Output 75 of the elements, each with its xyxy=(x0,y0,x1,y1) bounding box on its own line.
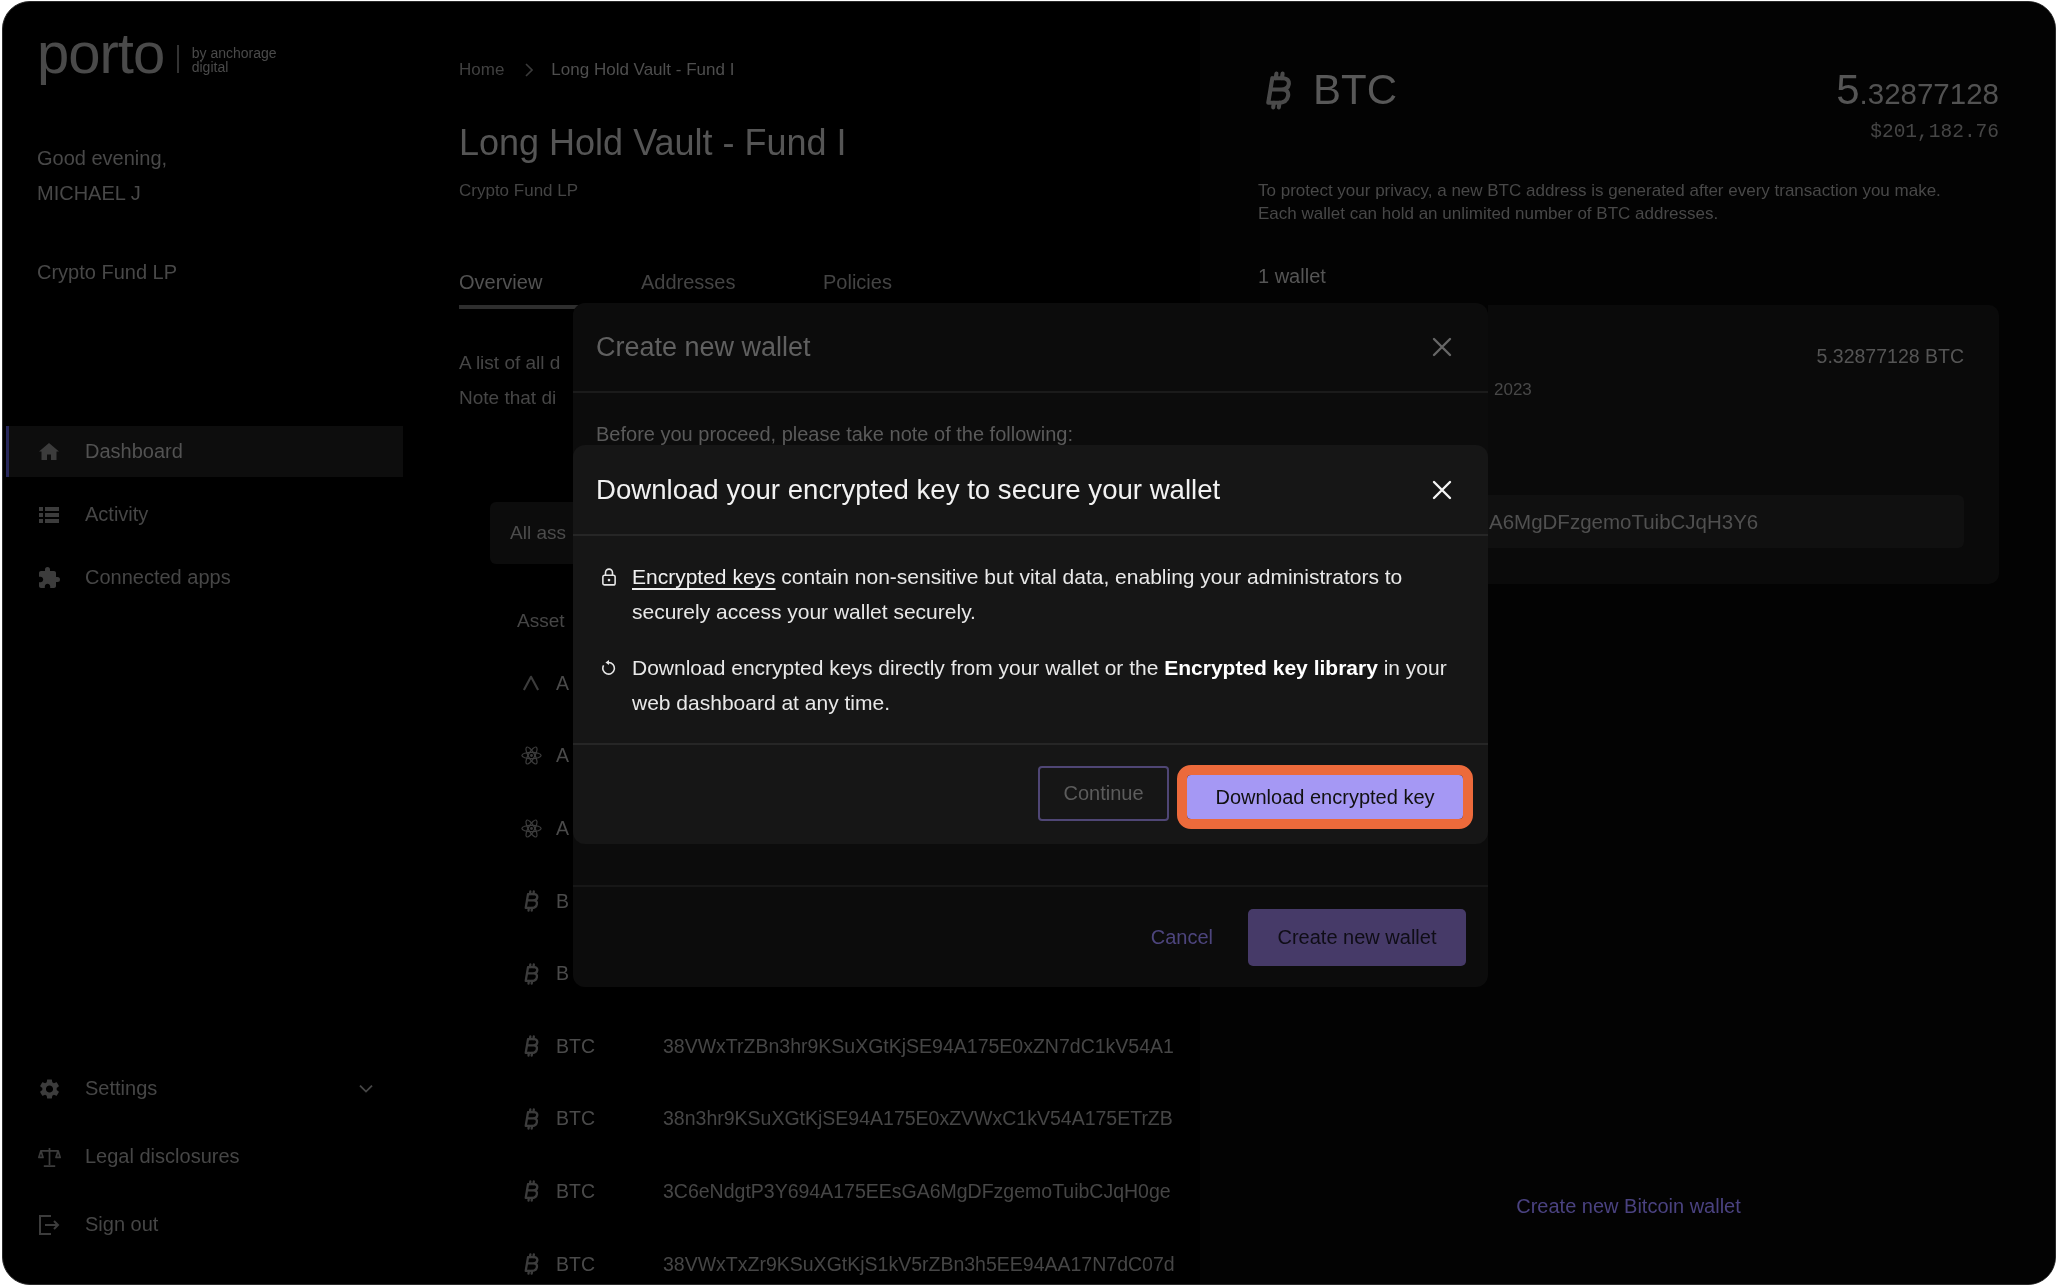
nav-item[interactable]: Connected apps xyxy=(6,552,403,603)
atom-icon xyxy=(520,818,542,839)
close-icon xyxy=(1432,337,1452,357)
asset-symbol: B xyxy=(556,889,569,912)
gear-icon xyxy=(39,1078,59,1099)
filter-dropdown[interactable]: All ass xyxy=(490,502,573,564)
atom-icon xyxy=(520,745,542,767)
balance-fraction: .32877128 xyxy=(1859,76,1999,112)
home-icon xyxy=(39,443,59,460)
privacy-note: To protect your privacy, a new BTC address is generated after every transaction you make. Each wallet can hold an unlimited number of BTC addresses. xyxy=(1258,180,1942,225)
nav-item[interactable]: Dashboard xyxy=(6,426,403,477)
asset-symbol: BTC xyxy=(556,1034,595,1057)
nav-item[interactable]: Sign out xyxy=(6,1199,403,1250)
address-text: 38n3hr9KSuXGtKjSE94A175E0xZVWxC1kV54A175ETrZB xyxy=(663,1107,1173,1131)
asset-symbol: A xyxy=(556,671,569,694)
create-wallet-link[interactable]: Create new Bitcoin wallet xyxy=(1516,1192,1741,1220)
bitcoin-icon xyxy=(523,1253,539,1276)
page-title: Long Hold Vault - Fund I xyxy=(459,121,847,165)
column-header: Asset xyxy=(517,609,565,633)
asset-symbol: BTC xyxy=(556,1179,595,1202)
note-text: Download encrypted keys directly from your wallet or the Encrypted key library in your web dashboard at any time. xyxy=(632,655,1448,716)
asset-symbol: B xyxy=(556,962,569,985)
refresh-icon xyxy=(602,659,616,676)
wallet-count: 1 wallet xyxy=(1258,264,1326,289)
chevron-icon xyxy=(525,63,534,77)
tab[interactable]: Addresses xyxy=(641,270,823,309)
address-field: A6MgDFzgemoTuibCJqH3Y6 xyxy=(1488,495,1964,548)
nav-item[interactable]: Activity xyxy=(6,489,403,540)
balance-fiat: $201,182.76 xyxy=(1870,120,1999,144)
dialog-title: Create new wallet xyxy=(596,331,811,363)
bitcoin-icon xyxy=(523,962,539,985)
encrypted-keys-link[interactable]: Encrypted keys xyxy=(632,565,776,588)
page-subtitle: Crypto Fund LP xyxy=(459,180,579,202)
breadcrumb-item[interactable]: Home xyxy=(459,60,505,80)
organization-name: Crypto Fund LP xyxy=(37,260,178,285)
bitcoin-icon xyxy=(523,1035,539,1058)
address-text: 38VWxTxZr9KSuXGtKjS1kV5rZBn3h5EE94AA17N7dC07d xyxy=(663,1252,1175,1276)
puzzle-icon xyxy=(38,567,60,588)
breadcrumb-item[interactable]: Long Hold Vault - Fund I xyxy=(551,60,735,80)
scale-icon xyxy=(37,1146,61,1167)
greeting-text: Good evening, xyxy=(37,146,168,171)
bitcoin-icon xyxy=(1265,70,1292,110)
wallet-date: 2023 xyxy=(1493,379,1532,401)
asset-symbol: A xyxy=(556,744,569,767)
close-icon xyxy=(1432,479,1452,500)
wallet-balance: 5.32877128 BTC xyxy=(1816,344,1964,369)
nav-item[interactable]: Settings xyxy=(6,1063,403,1114)
user-name: MICHAEL J xyxy=(37,181,141,206)
logo-tagline: by anchorage digital xyxy=(191,46,278,74)
note-text: Encrypted keys contain non-sensitive but vital data, enabling your administrators to securely access your wallet securely. xyxy=(632,564,1404,625)
description-text: A list of all d xyxy=(459,351,561,375)
dialog-title: Download your encrypted key to secure your wallet xyxy=(596,473,1221,506)
asset-symbol: BTC xyxy=(556,1107,595,1130)
balance-whole: 5 xyxy=(1836,65,1860,115)
lock-icon xyxy=(602,568,616,586)
cancel-link[interactable]: Cancel xyxy=(1150,925,1213,949)
dialog-intro: Before you proceed, please take note of the following: xyxy=(596,422,1073,446)
asset-symbol: A xyxy=(556,817,569,839)
nav-item[interactable]: Legal disclosures xyxy=(6,1131,403,1182)
asset-symbol: BTC xyxy=(556,1252,595,1275)
create-wallet-button[interactable]: Create new wallet xyxy=(1248,908,1466,966)
download-key-button[interactable]: Download encrypted key xyxy=(1177,765,1473,829)
description-text: Note that di xyxy=(459,386,557,410)
bitcoin-icon xyxy=(523,1107,539,1130)
bitcoin-icon xyxy=(523,890,539,913)
continue-button[interactable]: Continue xyxy=(1038,766,1169,821)
asset-symbol: BTC xyxy=(1313,66,1397,114)
wallet-card[interactable]: 5.32877128 BTC 2023 A6MgDFzgemoTuibCJqH3Y6 xyxy=(1488,305,1999,584)
tab[interactable]: Policies xyxy=(823,270,892,309)
sign-out-icon xyxy=(38,1214,60,1235)
list-icon xyxy=(39,506,59,523)
bitcoin-icon xyxy=(523,1180,539,1203)
address-text: 3C6eNdgtP3Y694A175EEsGA6MgDFzgemoTuibCJqH0ge xyxy=(663,1179,1171,1203)
address-text: 38VWxTrZBn3hr9KSuXGtKjSE94A175E0xZN7dC1kV54A1 xyxy=(663,1034,1174,1058)
lambda-icon xyxy=(522,675,540,692)
